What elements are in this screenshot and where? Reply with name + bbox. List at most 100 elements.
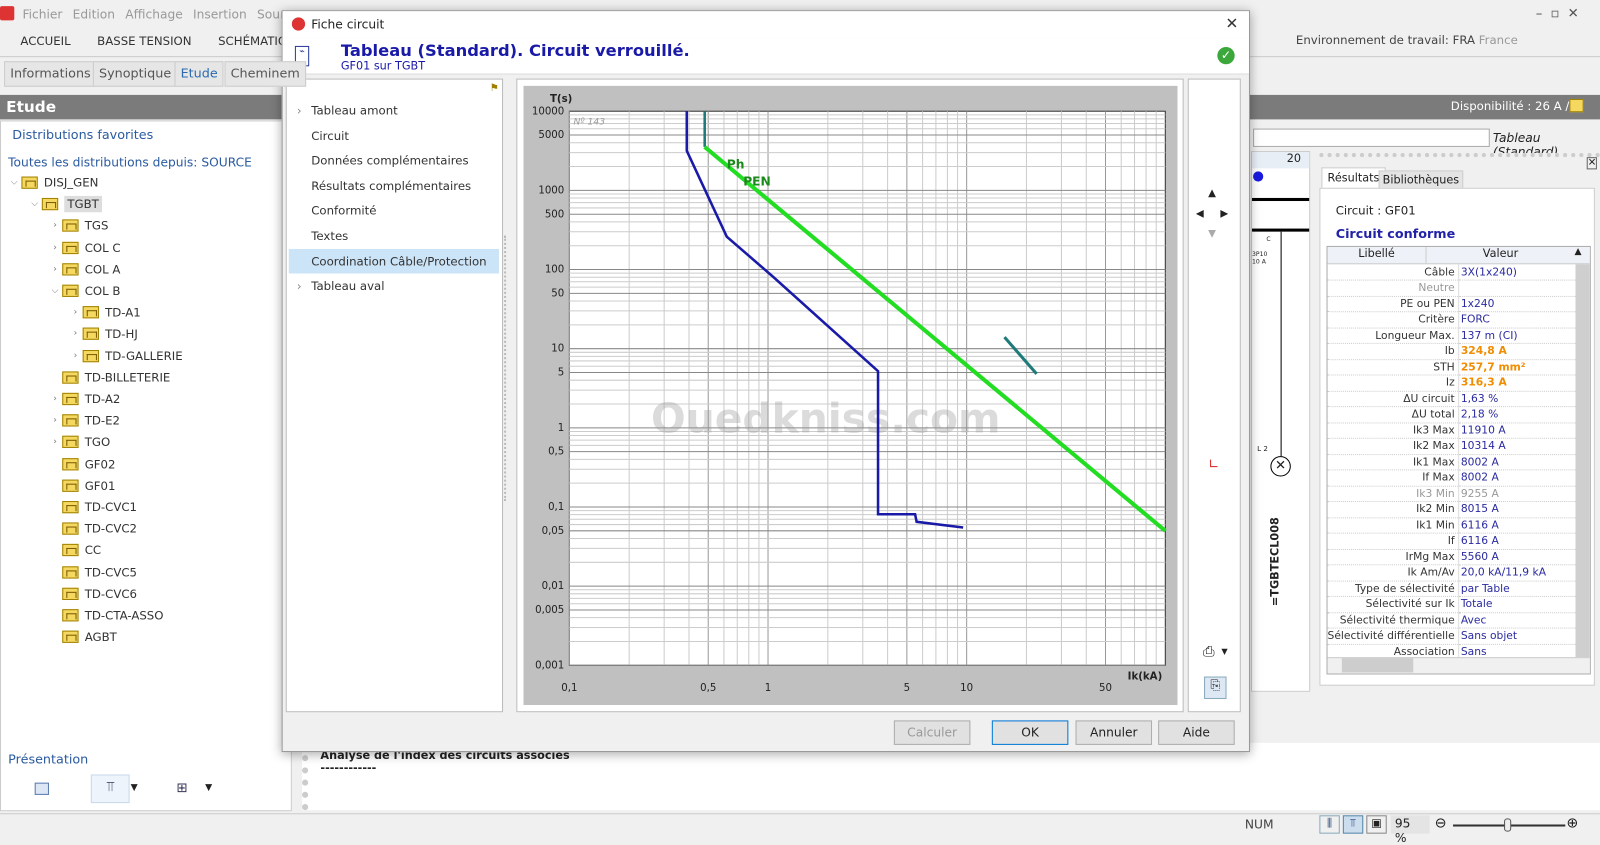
tree-item[interactable]: TD-BILLETERIE	[48, 367, 170, 387]
tree-item[interactable]: › COL A	[48, 259, 120, 279]
results-row: Ik3 Max 11910 A	[1327, 422, 1576, 439]
chevron-right-icon[interactable]: ›	[68, 329, 82, 339]
nav-item[interactable]: › Tableau aval	[289, 274, 499, 298]
pan-down-icon[interactable]: ▼	[1208, 229, 1216, 240]
axes-icon[interactable]: ∟	[1208, 457, 1219, 472]
chevron-right-icon[interactable]: ›	[48, 264, 62, 274]
pan-up-icon[interactable]: ▲	[1208, 188, 1216, 199]
horizontal-scrollbar[interactable]	[1327, 657, 1590, 674]
chevron-right-icon[interactable]: ›	[48, 415, 62, 425]
scroll-up-icon[interactable]: ▲	[1574, 247, 1581, 263]
tool-tab[interactable]: Synoptique	[92, 61, 178, 87]
zoom-out-icon[interactable]: ⊖	[1435, 815, 1447, 831]
print-icon[interactable]: ⎙	[1203, 644, 1214, 660]
nav-item[interactable]: Coordination Câble/Protection	[288, 248, 499, 274]
close-icon[interactable]: ✕	[1586, 157, 1598, 170]
nav-item[interactable]: Circuit	[289, 123, 499, 147]
chevron-down-icon[interactable]: ⌵	[48, 286, 62, 296]
tree-item[interactable]: › TGO	[48, 432, 110, 452]
calculer-button[interactable]: Calculer	[893, 720, 971, 745]
tableau-input[interactable]	[1253, 128, 1490, 147]
folder-icon[interactable]	[1569, 98, 1584, 113]
menu-affichage[interactable]: Affichage	[125, 7, 183, 21]
window-controls[interactable]: –▫✕	[1536, 6, 1587, 21]
chevron-right-icon[interactable]: ›	[297, 103, 302, 117]
menu-edition[interactable]: Edition	[73, 7, 115, 21]
chevron-right-icon[interactable]: ›	[297, 279, 302, 293]
chevron-right-icon[interactable]: ›	[48, 437, 62, 447]
tree-item[interactable]: ⌵ COL B	[48, 281, 121, 301]
pan-left-icon[interactable]: ◀	[1196, 208, 1204, 219]
col-header-valeur[interactable]: Valeur	[1427, 247, 1575, 263]
tree-item[interactable]: TD-CVC2	[48, 519, 137, 539]
row-value: 257,7 mm²	[1458, 359, 1576, 376]
tool-tab[interactable]: Etude	[174, 61, 224, 87]
analysis-panel: Analyse de l'index des circuits associés…	[302, 742, 1600, 811]
nav-item[interactable]: Données complémentaires	[289, 148, 499, 172]
chevron-right-icon[interactable]: ›	[68, 307, 82, 317]
chevron-down-icon[interactable]: ▼	[131, 783, 138, 793]
schematic-strip[interactable]: 20 C 3P10 10 A L 2 ✕ =TGBTECL008	[1251, 151, 1311, 692]
chevron-down-icon[interactable]: ▼	[205, 783, 212, 793]
nav-item[interactable]: › Tableau amont	[289, 98, 499, 122]
chevron-right-icon[interactable]: ›	[48, 394, 62, 404]
tree-item[interactable]: › TGS	[48, 216, 108, 236]
tree-item[interactable]: CC	[48, 540, 101, 560]
view-columns-icon[interactable]: ⫼	[1319, 815, 1340, 834]
tree-item[interactable]: › TD-A2	[48, 389, 120, 409]
zoom-slider-thumb[interactable]	[1503, 818, 1511, 832]
aide-button[interactable]: Aide	[1158, 720, 1235, 745]
ribbon-tab[interactable]: ACCUEIL	[20, 34, 70, 48]
y-tick-label: 500	[545, 209, 564, 220]
y-tick-label: 50	[551, 288, 564, 299]
circuit-label: Circuit : GF01	[1335, 203, 1416, 218]
export-icon[interactable]: ⎘	[1204, 676, 1227, 699]
tree-item[interactable]: TD-CVC1	[48, 497, 137, 517]
table-view-icon[interactable]	[34, 782, 49, 795]
zoom-in-icon[interactable]: ⊕	[1566, 815, 1578, 831]
tree-item[interactable]: › TD-HJ	[68, 324, 138, 344]
tool-tab[interactable]: Cheminem	[224, 61, 306, 87]
view-schematic-icon[interactable]: ⫪	[1342, 815, 1364, 834]
chevron-right-icon[interactable]: ›	[68, 351, 82, 361]
col-header-libelle[interactable]: Libellé	[1328, 246, 1427, 264]
menu-fichier[interactable]: Fichier	[22, 7, 62, 21]
ribbon-tab[interactable]: BASSE TENSION	[97, 34, 191, 48]
tree-item[interactable]: › COL C	[48, 237, 120, 257]
tree-item[interactable]: › TD-GALLERIE	[68, 346, 183, 366]
tree-item[interactable]: GF02	[48, 454, 115, 474]
annuler-button[interactable]: Annuler	[1075, 720, 1153, 745]
tree-item[interactable]: ⌵ DISJ_GEN	[7, 172, 99, 192]
nav-item-label: Circuit	[311, 128, 349, 143]
pin-icon[interactable]: ⚑	[490, 83, 499, 94]
nav-item[interactable]: Conformité	[289, 198, 499, 222]
schematic-view-button[interactable]: ⫪	[90, 774, 130, 804]
pan-right-icon[interactable]: ▶	[1220, 208, 1228, 219]
menu-insertion[interactable]: Insertion	[193, 7, 247, 21]
tree-item[interactable]: AGBT	[48, 627, 117, 647]
close-icon[interactable]: ✕	[1226, 14, 1239, 32]
layout-view-icon[interactable]: ⊞	[177, 781, 188, 796]
tab-resultats[interactable]: Résultats	[1321, 167, 1386, 188]
nav-item[interactable]: Textes	[289, 223, 499, 247]
tree-item[interactable]: TD-CVC5	[48, 562, 137, 582]
splitter[interactable]	[504, 235, 510, 502]
tree-item[interactable]: TD-CTA-ASSO	[48, 605, 164, 625]
tree-item[interactable]: ⌵ TGBT	[28, 194, 102, 214]
chevron-right-icon[interactable]: ›	[48, 221, 62, 231]
chevron-right-icon[interactable]: ›	[48, 242, 62, 252]
view-sheet-icon[interactable]: ▣	[1366, 815, 1387, 834]
vertical-scrollbar[interactable]	[1575, 264, 1590, 658]
favorites-link[interactable]: Distributions favorites	[12, 127, 153, 142]
tree-item[interactable]: GF01	[48, 475, 115, 495]
ok-button[interactable]: OK	[991, 720, 1069, 745]
y-tick-label: 10000	[532, 106, 564, 117]
chevron-down-icon[interactable]: ▼	[1221, 647, 1227, 656]
tree-item[interactable]: › TD-E2	[48, 410, 120, 430]
chevron-down-icon[interactable]: ⌵	[7, 178, 21, 188]
tool-tab[interactable]: Informations	[4, 61, 97, 87]
tree-item[interactable]: › TD-A1	[68, 302, 141, 322]
nav-item[interactable]: Résultats complémentaires	[289, 173, 499, 197]
chevron-down-icon[interactable]: ⌵	[28, 199, 42, 209]
tree-item[interactable]: TD-CVC6	[48, 583, 137, 603]
